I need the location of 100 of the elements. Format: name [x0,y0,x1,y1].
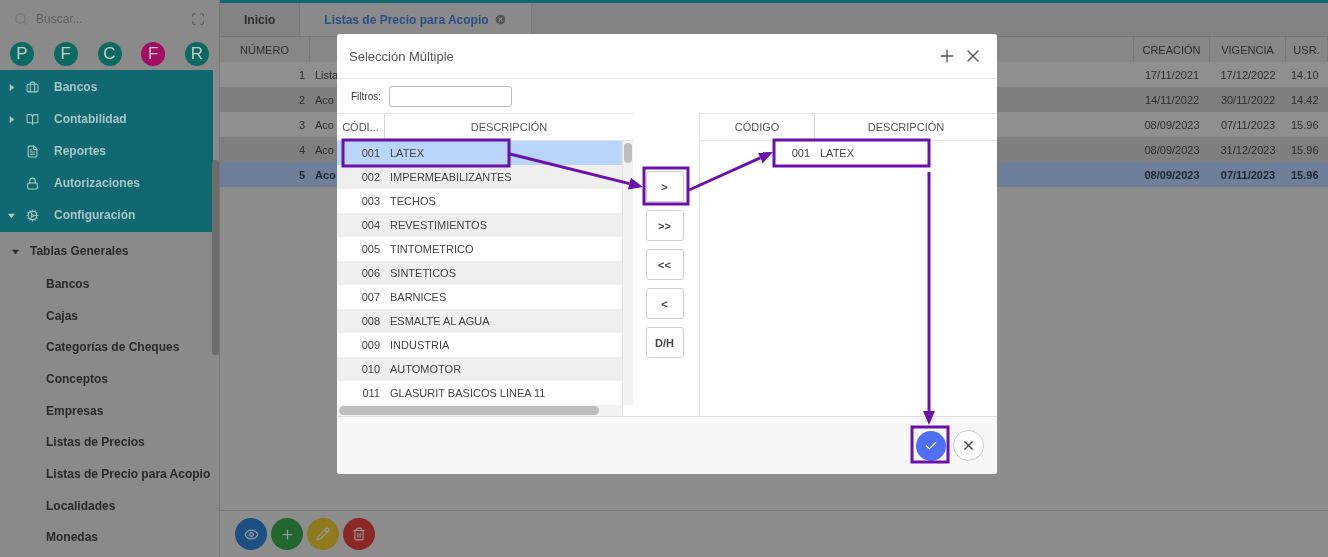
pencil-icon [316,527,330,541]
table-cell-text: 08/09/2023 [1143,142,1201,158]
table-cell-text: 08/09/2023 [1143,117,1201,133]
table-cell-text: 5 [297,167,306,183]
description-cell-text: TECHOS [389,194,437,209]
table-cell-text: Lista [314,67,340,83]
sidebar-item[interactable]: Categorías de Cheques [0,331,211,364]
sidebar-item[interactable]: Localidades [0,489,211,522]
move-button[interactable]: << [645,249,684,280]
table-cell-text: 4 [297,142,306,158]
table-cell-text: 17/11/2021 [1143,67,1201,83]
table-cell-text: 07/11/2023 [1219,167,1277,183]
description-cell-text: IMPERMEABILIZANTES [389,170,513,185]
move-button[interactable]: D/H [645,327,684,358]
filter-field[interactable] [389,85,512,107]
list-row[interactable]: 008 ESMALTE AL AGUA [337,309,622,333]
table-cell-text: 15.96 [1290,142,1320,158]
filter-label: Filtros: [351,90,381,102]
table-cell-text: 15.96 [1290,167,1320,183]
menu-item[interactable]: Reportes [0,135,213,167]
description-cell-text: ESMALTE AL AGUA [389,314,491,329]
sidebar-item[interactable]: Bancos [0,268,211,300]
shortcut-button[interactable]: P [10,41,34,66]
list-row[interactable]: 001 LATEX [337,141,622,165]
scrollbar[interactable] [337,405,622,416]
confirm-button[interactable] [916,430,946,461]
trash-icon [352,527,366,541]
code-cell-text: 011 [361,386,381,401]
gears-icon [26,208,39,222]
caret-right-icon[interactable] [8,83,15,91]
menu-label: Contabilidad [54,112,127,126]
table-cell-text: 14.10 [1290,67,1320,83]
shortcut-button[interactable]: R [185,41,209,66]
shortcut-button[interactable]: C [97,41,122,66]
sidebar-item[interactable]: Empresas [0,394,211,427]
briefcase-icon [26,80,39,94]
sidebar-item[interactable]: Cajas [0,299,211,332]
move-button[interactable]: > [645,171,684,202]
move-button[interactable]: >> [645,210,684,241]
cancel-button[interactable] [953,430,984,461]
caret-right-icon[interactable] [8,115,15,123]
tab-label: Listas de Precio para Acopio [324,12,489,27]
list-row[interactable]: 004 REVESTIMIENTOS [337,213,622,237]
sidebar-item[interactable]: Conceptos [0,363,211,395]
description-cell-text: AUTOMOTOR [389,362,463,377]
shortcut-button[interactable]: F [141,41,166,66]
table-cell-text: 08/09/2023 [1143,167,1201,183]
fullscreen-icon[interactable] [191,11,205,26]
code-cell-text: 001 [790,146,811,161]
highlight-box [910,425,950,464]
sidebar-item[interactable]: Monedas [0,521,211,554]
group-label: Tablas Generales [30,244,129,258]
scrollbar[interactable] [212,160,219,355]
column-header: CÓDI... [337,114,385,140]
column-header: DESCRIPCIÓN [866,120,946,135]
delete-button[interactable] [343,518,375,550]
column-header: DESCRIPCIÓN [469,120,549,135]
close-icon[interactable] [493,13,507,26]
menu-item[interactable]: Bancos [0,71,213,103]
scrollbar[interactable] [622,141,633,405]
list-row[interactable]: 010 AUTOMOTOR [337,357,622,381]
add-button[interactable] [271,518,303,550]
tab[interactable]: Listas de Precio para Acopio [300,3,532,36]
description-cell-text: LATEX [819,146,856,161]
table-cell-text: 15.96 [1290,117,1320,133]
shortcut-button[interactable]: F [53,41,78,66]
menu-label: Autorizaciones [54,176,140,190]
description-cell-text: SINTETICOS [389,266,457,281]
book-icon [26,112,39,126]
code-cell-text: 007 [360,290,381,305]
sidebar-group[interactable]: Tablas Generales [0,234,211,268]
caret-down-icon[interactable] [8,211,15,219]
code-cell-text: 001 [360,146,381,161]
code-cell-text: 009 [360,338,381,353]
sidebar-item[interactable]: Listas de Precio para Acopio [0,458,211,490]
dialog-title: Selección Múltiple [349,48,454,64]
table-cell-text: 17/12/2022 [1219,67,1277,83]
tab-label: Inicio [244,12,276,27]
menu-item[interactable]: Contabilidad [0,103,213,135]
table-cell-text: 30/11/2022 [1219,92,1277,108]
lock-icon [26,176,39,190]
table-cell-text: 2 [297,92,306,108]
table-cell-text: Aco [314,142,335,158]
sidebar-item[interactable]: Listas de Precios [0,426,211,459]
close-icon [961,438,976,453]
caret-down-icon[interactable] [12,247,19,255]
move-button[interactable]: < [645,288,684,319]
description-cell-text: LATEX [389,146,426,161]
code-cell-text: 010 [360,362,381,377]
menu-label: Bancos [54,80,98,94]
column-header: CÓDIGO [700,114,815,140]
code-cell-text: 008 [360,314,381,329]
table-cell-text: 07/11/2023 [1219,117,1277,133]
menu-item[interactable]: Configuración [0,199,213,231]
menu-label: Configuración [54,208,136,222]
table-cell-text: 14.42 [1290,92,1320,108]
code-cell-text: 003 [360,194,381,209]
menu-item[interactable]: Autorizaciones [0,167,213,199]
view-button[interactable] [235,518,267,550]
list-row[interactable]: 006 SINTETICOS [337,261,622,285]
